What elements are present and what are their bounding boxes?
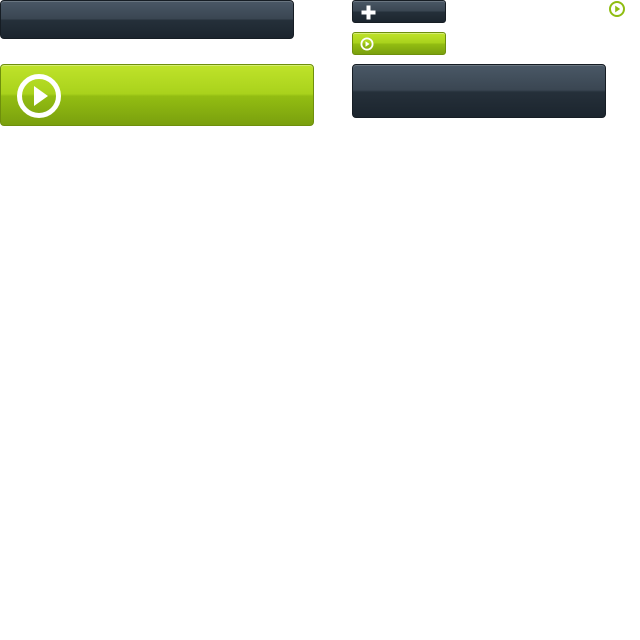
dark-medium-button[interactable] <box>352 64 606 118</box>
dark-wide-button[interactable] <box>0 0 294 39</box>
add-button[interactable] <box>352 0 446 23</box>
play-icon <box>360 37 374 51</box>
plus-icon <box>361 5 376 20</box>
play-icon <box>16 73 62 119</box>
play-icon[interactable] <box>608 0 626 18</box>
green-play-button-small[interactable] <box>352 32 446 55</box>
green-play-button-large[interactable] <box>0 64 314 126</box>
